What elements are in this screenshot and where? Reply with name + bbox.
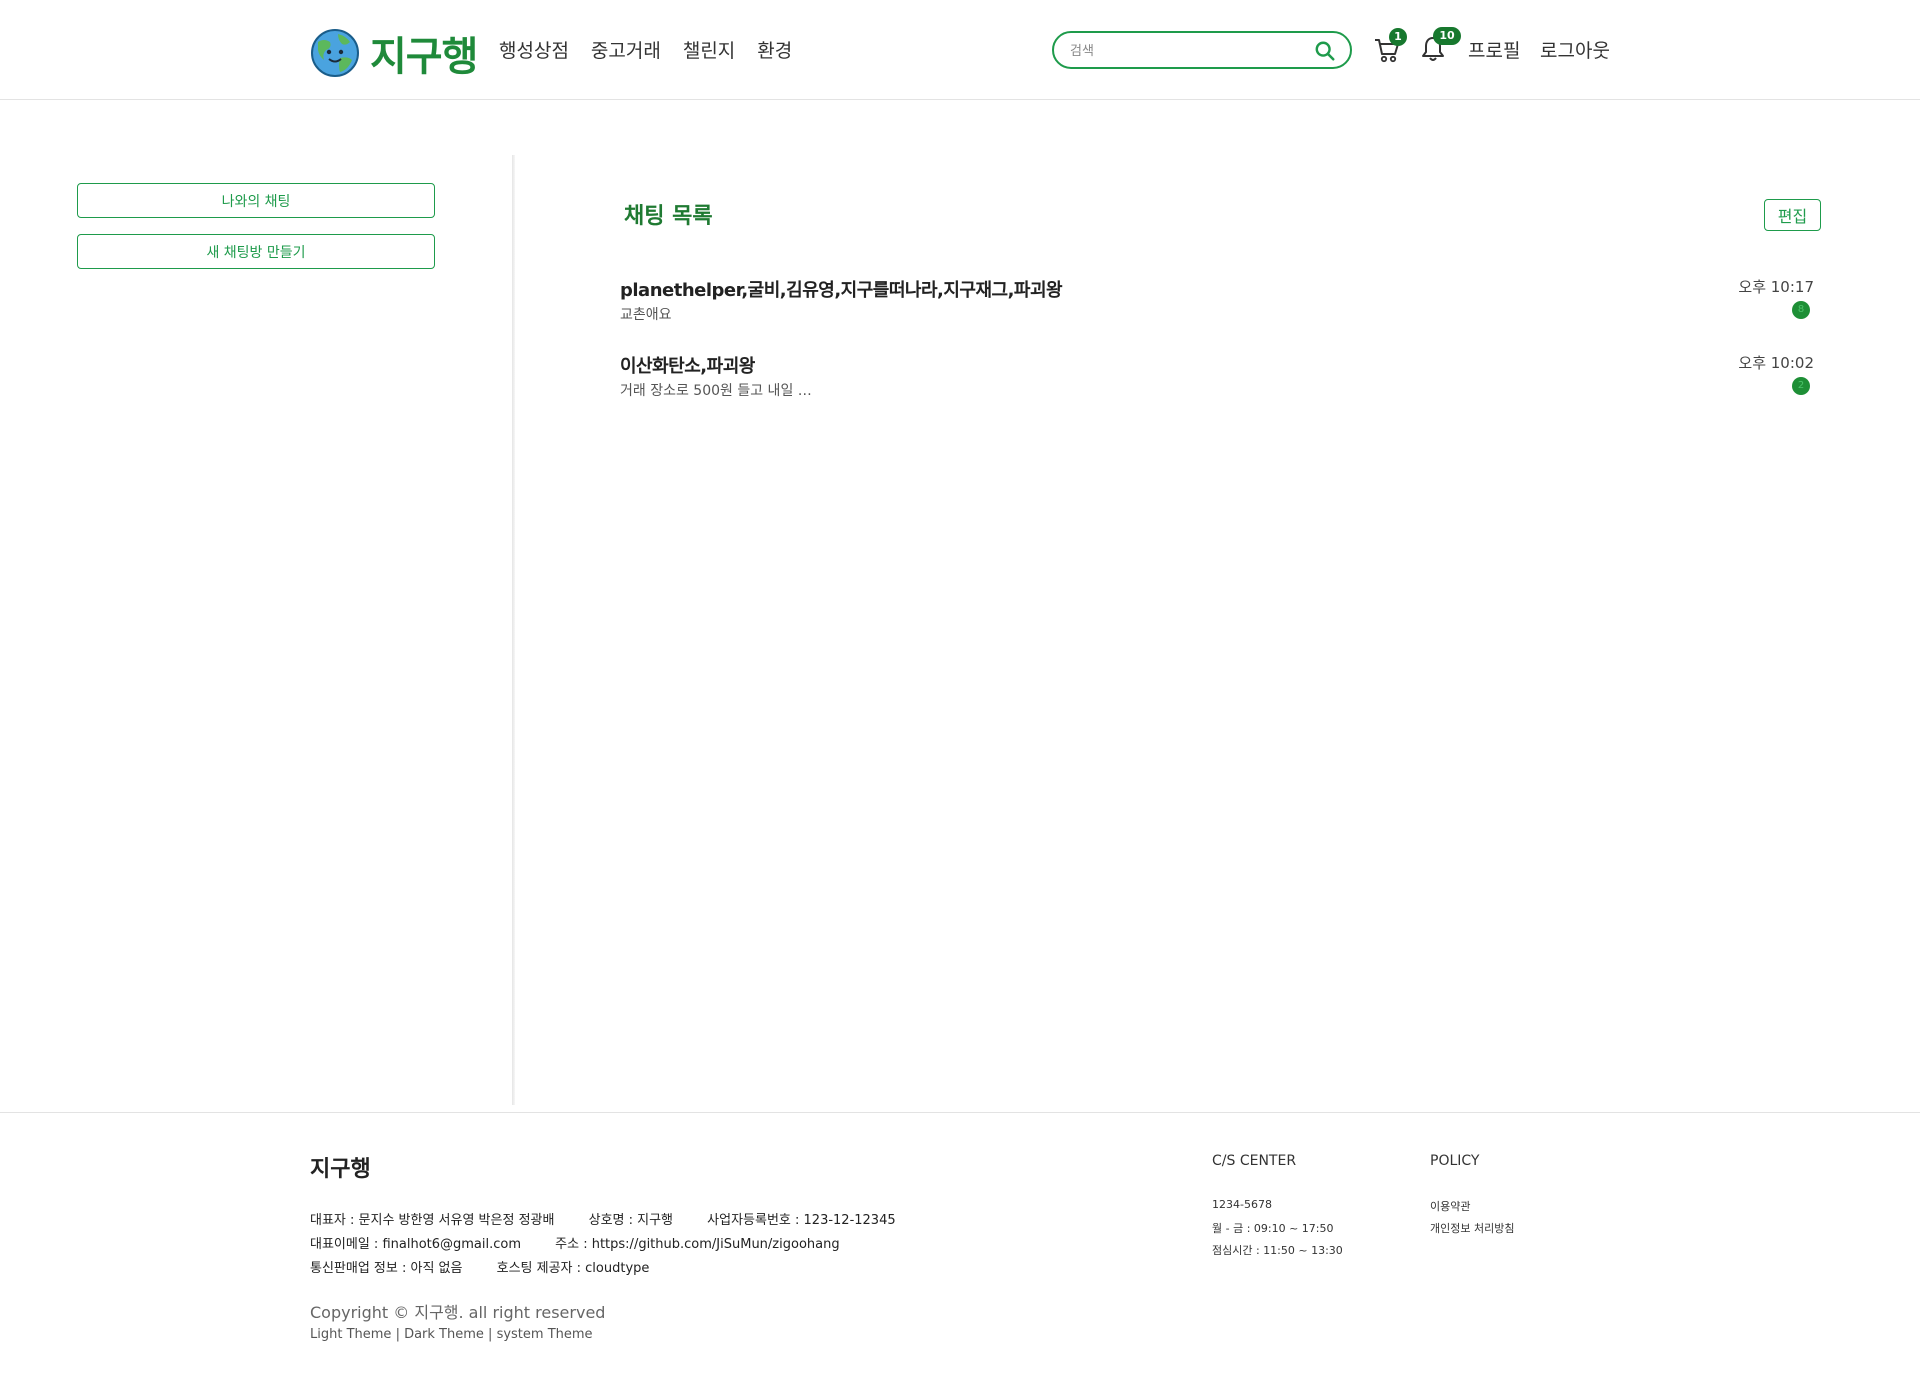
footer-hosting: 호스팅 제공자 : cloudtype: [496, 1261, 650, 1276]
new-chat-room-button[interactable]: 새 채팅방 만들기: [77, 234, 435, 269]
footer-company-info: 대표자 : 문지수 방한영 서유영 박은정 정광배 상호명 : 지구행 사업자등…: [310, 1209, 926, 1228]
nav-item-challenge[interactable]: 챌린지: [683, 36, 735, 63]
search-input[interactable]: [1070, 41, 1300, 61]
system-theme-link[interactable]: system Theme: [497, 1327, 593, 1342]
chat-room-name: 이산화탄소,파괴왕: [620, 356, 755, 377]
chat-last-message: 교촌애요: [620, 307, 672, 323]
cs-phone: 1234-5678: [1212, 1198, 1272, 1211]
cs-lunch: 점심시간 : 11:50 ~ 13:30: [1212, 1244, 1343, 1257]
main-nav: 행성상점 중고거래 챌린지 환경: [499, 36, 792, 63]
footer-email: 대표이메일 : finalhot6@gmail.com: [310, 1237, 522, 1252]
chat-time: 오후 10:02: [1738, 354, 1814, 372]
edit-button[interactable]: 편집: [1764, 199, 1821, 231]
globe-logo-icon: [311, 29, 359, 77]
copyright: Copyright © 지구행. all right reserved: [310, 1303, 606, 1322]
my-chats-button[interactable]: 나와의 채팅: [77, 183, 435, 218]
search-box: [1052, 31, 1352, 69]
chat-list-item[interactable]: planethelper,굴비,김유영,지구를떠나라,지구재그,파괴왕 교촌애요…: [620, 276, 1820, 336]
footer-extra-info: 통신판매업 정보 : 아직 없음 호스팅 제공자 : cloudtype: [310, 1257, 679, 1276]
search-icon[interactable]: [1314, 40, 1336, 62]
chat-room-name: planethelper,굴비,김유영,지구를떠나라,지구재그,파괴왕: [620, 280, 1063, 301]
logo-text: 지구행: [370, 34, 478, 80]
site-header: 지구행 행성상점 중고거래 챌린지 환경 1 10 프로필 로그아웃: [0, 0, 1920, 100]
cs-center-heading: C/S CENTER: [1212, 1153, 1297, 1169]
profile-link[interactable]: 프로필: [1468, 36, 1520, 63]
policy-heading: POLICY: [1430, 1153, 1480, 1169]
footer-representative: 대표자 : 문지수 방한영 서유영 박은정 정광배: [310, 1213, 555, 1228]
site-footer: 지구행 대표자 : 문지수 방한영 서유영 박은정 정광배 상호명 : 지구행 …: [0, 1112, 1920, 1382]
logout-link[interactable]: 로그아웃: [1540, 36, 1610, 63]
notification-count-badge: 10: [1433, 27, 1461, 45]
unread-count-badge: 2: [1792, 377, 1810, 395]
theme-separator: |: [488, 1327, 497, 1342]
theme-separator: |: [395, 1327, 405, 1342]
footer-contact-info: 대표이메일 : finalhot6@gmail.com 주소 : https:/…: [310, 1233, 870, 1252]
nav-item-shop[interactable]: 행성상점: [499, 36, 569, 63]
sidebar-divider: [512, 155, 515, 1105]
cart-count-badge: 1: [1389, 28, 1407, 46]
nav-item-used-trade[interactable]: 중고거래: [591, 36, 661, 63]
page-title: 채팅 목록: [624, 204, 713, 229]
privacy-policy-link[interactable]: 개인정보 처리방침: [1430, 1220, 1514, 1236]
dark-theme-link[interactable]: Dark Theme: [404, 1327, 484, 1342]
chat-time: 오후 10:17: [1738, 278, 1814, 296]
logo[interactable]: 지구행: [310, 24, 478, 82]
nav-item-environment[interactable]: 환경: [757, 36, 792, 63]
footer-company-name: 상호명 : 지구행: [588, 1213, 674, 1228]
footer-address: 주소 : https://github.com/JiSuMun/zigoohan…: [555, 1237, 840, 1252]
unread-count-badge: 8: [1792, 301, 1810, 319]
chat-last-message: 거래 장소로 500원 들고 내일 …: [620, 383, 812, 399]
footer-business-number: 사업자등록번호 : 123-12-12345: [707, 1213, 896, 1228]
chat-list-item[interactable]: 이산화탄소,파괴왕 거래 장소로 500원 들고 내일 … 오후 10:02 2: [620, 352, 1820, 412]
theme-switcher: Light Theme | Dark Theme | system Theme: [310, 1327, 593, 1342]
cs-hours: 월 - 금 : 09:10 ~ 17:50: [1212, 1222, 1334, 1235]
terms-link[interactable]: 이용약관: [1430, 1198, 1470, 1214]
light-theme-link[interactable]: Light Theme: [310, 1327, 391, 1342]
footer-title: 지구행: [310, 1157, 371, 1182]
footer-mail-order: 통신판매업 정보 : 아직 없음: [310, 1261, 463, 1276]
